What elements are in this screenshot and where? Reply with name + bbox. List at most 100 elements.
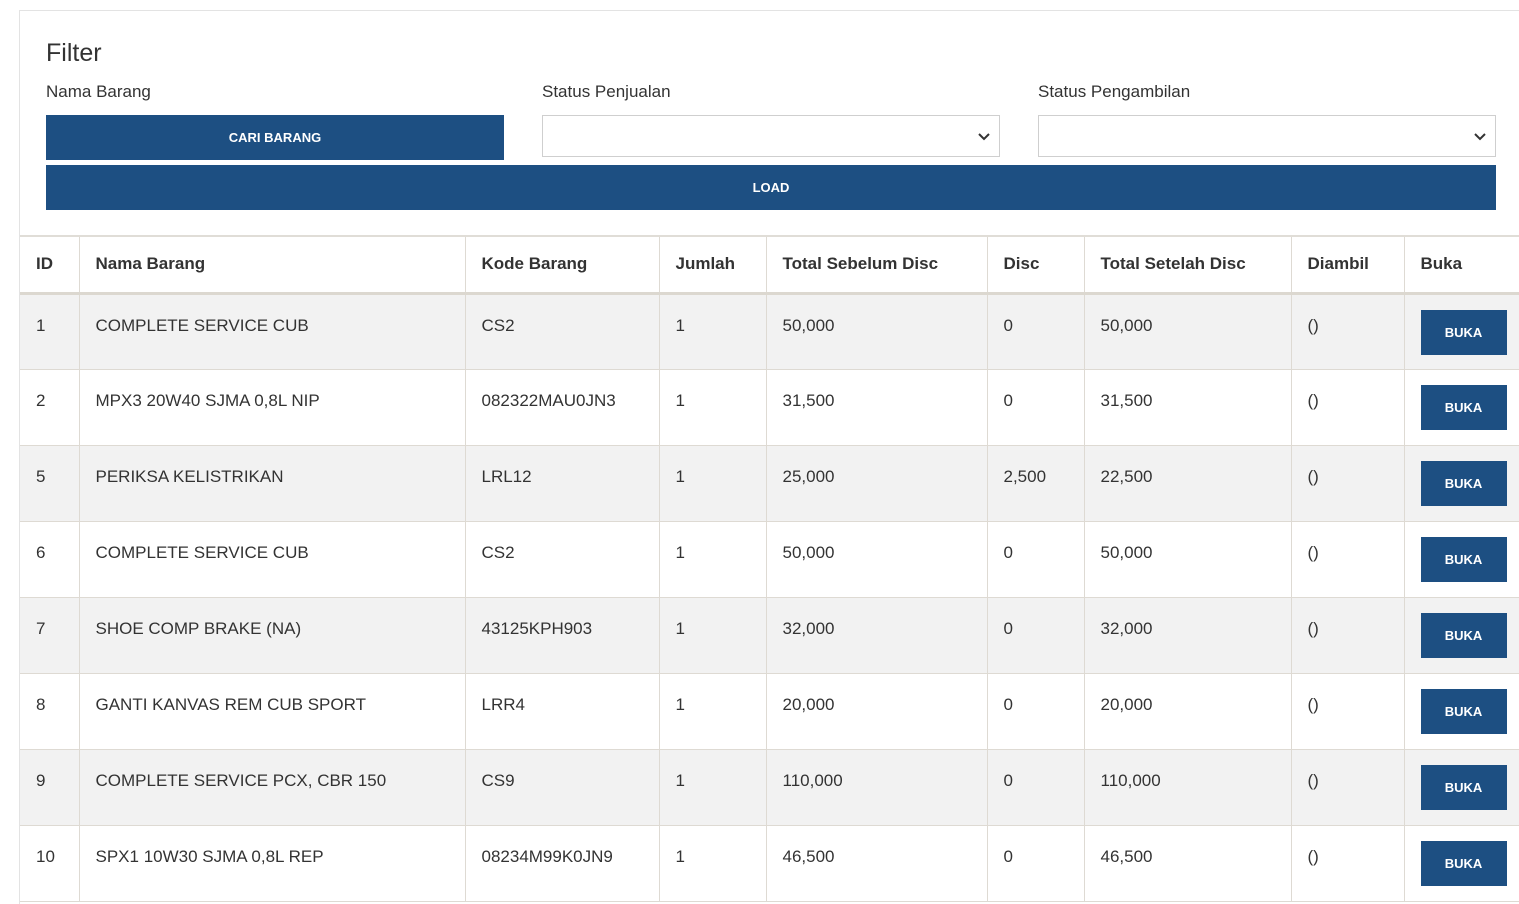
cell-jumlah: 1 <box>659 369 767 446</box>
cell-total-setelah-disc: 22,500 <box>1084 445 1292 522</box>
table-row: 1 COMPLETE SERVICE CUB CS2 1 50,000 0 50,000()… <box>20 293 1519 370</box>
cell-diambil: () <box>1291 445 1405 522</box>
nama-barang-label: Nama Barang <box>46 82 151 101</box>
table-row: 10 SPX1 10W30 SJMA 0,8L REP 08234M99K0JN9 1… <box>20 825 1519 902</box>
cell-kode-barang: 08234M99K0JN9 <box>465 825 660 902</box>
cell-id: 6 <box>20 521 80 598</box>
table-body: 1 COMPLETE SERVICE CUB CS2 1 50,000 0 50,000()… <box>20 293 1519 902</box>
cell-buka: BUKA <box>1404 445 1519 522</box>
cell-total-setelah-disc: 46,500 <box>1084 825 1292 902</box>
cell-nama-barang: SPX1 10W30 SJMA 0,8L REP <box>79 825 466 902</box>
status-penjualan-select[interactable] <box>542 115 1000 157</box>
cell-diambil: () <box>1291 521 1405 598</box>
chevron-down-icon <box>978 133 990 141</box>
cell-buka: BUKA <box>1404 825 1519 902</box>
table-row: 9 COMPLETE SERVICE PCX, CBR 150 CS9 1 110,00… <box>20 749 1519 826</box>
cell-total-sebelum-disc: 25,000 <box>766 445 988 522</box>
sales-table: ID Nama Barang Kode Barang Jumlah Total … <box>20 235 1519 902</box>
buka-button[interactable]: BUKA <box>1420 460 1507 506</box>
cell-id: 10 <box>20 825 80 902</box>
header-id: ID <box>20 235 80 295</box>
cell-diambil: () <box>1291 825 1405 902</box>
buka-button[interactable]: BUKA <box>1420 536 1507 582</box>
cari-barang-button[interactable]: CARI BARANG <box>46 115 504 160</box>
chevron-down-icon <box>1474 133 1486 141</box>
table-row: 7 SHOE COMP BRAKE (NA) 43125KPH903 1 32,000 0… <box>20 597 1519 674</box>
cell-total-sebelum-disc: 50,000 <box>766 521 988 598</box>
table-row: 6 COMPLETE SERVICE CUB CS2 1 50,000 0 50,000()… <box>20 521 1519 598</box>
cell-jumlah: 1 <box>659 825 767 902</box>
table-row: 8 GANTI KANVAS REM CUB SPORT LRR4 1 20,000 0 2… <box>20 673 1519 750</box>
cell-id: 7 <box>20 597 80 674</box>
header-diambil: Diambil <box>1291 235 1405 295</box>
cell-total-sebelum-disc: 110,000 <box>766 749 988 826</box>
buka-button[interactable]: BUKA <box>1420 309 1507 355</box>
cell-buka: BUKA <box>1404 293 1519 370</box>
load-button[interactable]: LOAD <box>46 165 1496 210</box>
cell-buka: BUKA <box>1404 597 1519 674</box>
cell-total-sebelum-disc: 31,500 <box>766 369 988 446</box>
buka-button[interactable]: BUKA <box>1420 688 1507 734</box>
header-kode-barang: Kode Barang <box>465 235 660 295</box>
cell-disc: 0 <box>987 749 1085 826</box>
cell-buka: BUKA <box>1404 673 1519 750</box>
cell-jumlah: 1 <box>659 521 767 598</box>
cell-kode-barang: CS2 <box>465 521 660 598</box>
cell-diambil: () <box>1291 369 1405 446</box>
buka-button[interactable]: BUKA <box>1420 612 1507 658</box>
cell-buka: BUKA <box>1404 369 1519 446</box>
cell-buka: BUKA <box>1404 749 1519 826</box>
cell-disc: 2,500 <box>987 445 1085 522</box>
cell-disc: 0 <box>987 521 1085 598</box>
cell-id: 2 <box>20 369 80 446</box>
cell-kode-barang: 082322MAU0JN3 <box>465 369 660 446</box>
cell-disc: 0 <box>987 673 1085 750</box>
cell-kode-barang: CS2 <box>465 293 660 370</box>
cell-id: 1 <box>20 293 80 370</box>
cell-nama-barang: COMPLETE SERVICE PCX, CBR 150 <box>79 749 466 826</box>
cell-jumlah: 1 <box>659 293 767 370</box>
cell-diambil: () <box>1291 597 1405 674</box>
cell-nama-barang: COMPLETE SERVICE CUB <box>79 293 466 370</box>
cell-disc: 0 <box>987 597 1085 674</box>
cell-jumlah: 1 <box>659 673 767 750</box>
cell-diambil: () <box>1291 673 1405 750</box>
cell-jumlah: 1 <box>659 749 767 826</box>
buka-button[interactable]: BUKA <box>1420 384 1507 430</box>
status-penjualan-label: Status Penjualan <box>542 82 671 101</box>
cell-disc: 0 <box>987 293 1085 370</box>
cell-jumlah: 1 <box>659 597 767 674</box>
cell-kode-barang: LRR4 <box>465 673 660 750</box>
header-total-setelah-disc: Total Setelah Disc <box>1084 235 1292 295</box>
status-pengambilan-label: Status Pengambilan <box>1038 82 1191 101</box>
cell-buka: BUKA <box>1404 521 1519 598</box>
buka-button[interactable]: BUKA <box>1420 840 1507 886</box>
cell-total-setelah-disc: 50,000 <box>1084 293 1292 370</box>
cell-total-sebelum-disc: 50,000 <box>766 293 988 370</box>
cell-disc: 0 <box>987 825 1085 902</box>
cell-kode-barang: 43125KPH903 <box>465 597 660 674</box>
header-jumlah: Jumlah <box>659 235 767 295</box>
cell-total-setelah-disc: 20,000 <box>1084 673 1292 750</box>
cell-jumlah: 1 <box>659 445 767 522</box>
header-total-sebelum-disc: Total Sebelum Disc <box>766 235 988 295</box>
cell-total-sebelum-disc: 32,000 <box>766 597 988 674</box>
cell-total-setelah-disc: 31,500 <box>1084 369 1292 446</box>
cell-total-setelah-disc: 110,000 <box>1084 749 1292 826</box>
table-row: 2 MPX3 20W40 SJMA 0,8L NIP 082322MAU0JN3 1 3… <box>20 369 1519 446</box>
cell-diambil: () <box>1291 293 1405 370</box>
filter-title: Filter <box>46 39 102 67</box>
buka-button[interactable]: BUKA <box>1420 764 1507 810</box>
cell-total-sebelum-disc: 46,500 <box>766 825 988 902</box>
header-buka: Buka <box>1404 235 1519 295</box>
cell-total-sebelum-disc: 20,000 <box>766 673 988 750</box>
cell-nama-barang: GANTI KANVAS REM CUB SPORT <box>79 673 466 750</box>
table-row: 5 PERIKSA KELISTRIKAN LRL12 1 25,000 2,500 22,… <box>20 445 1519 522</box>
cell-diambil: () <box>1291 749 1405 826</box>
cell-total-setelah-disc: 50,000 <box>1084 521 1292 598</box>
status-pengambilan-select[interactable] <box>1038 115 1496 157</box>
cell-nama-barang: COMPLETE SERVICE CUB <box>79 521 466 598</box>
cell-id: 9 <box>20 749 80 826</box>
cell-total-setelah-disc: 32,000 <box>1084 597 1292 674</box>
filter-panel: Filter Nama Barang Status Penjualan Stat… <box>19 10 1519 904</box>
